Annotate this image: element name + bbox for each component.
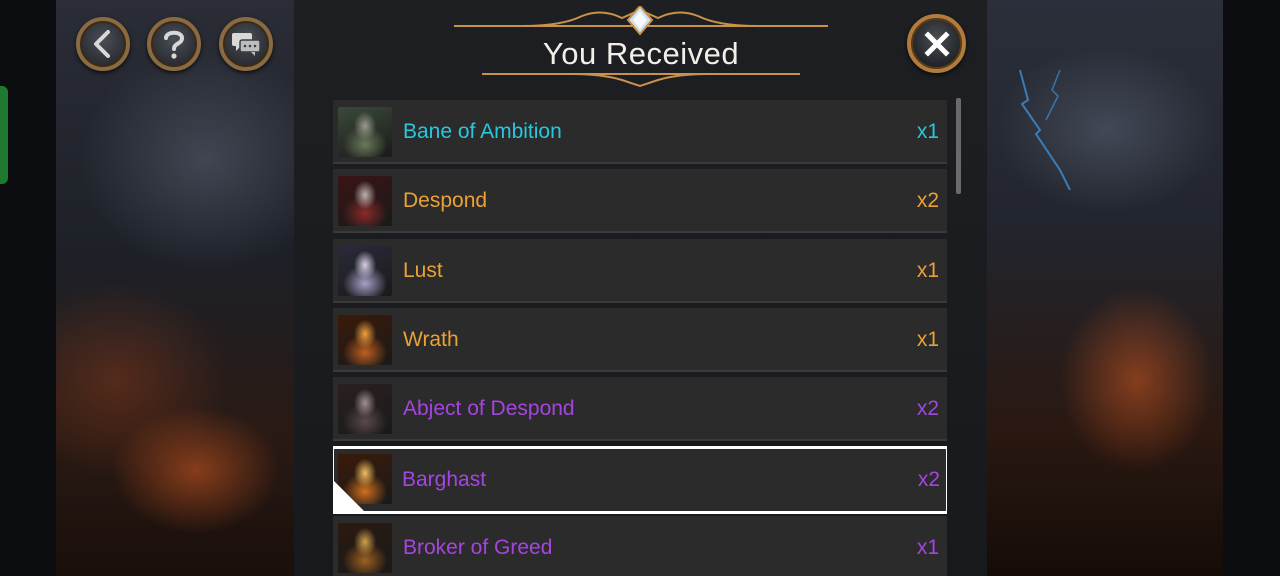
reward-name: Lust [403,258,443,282]
reward-name: Despond [403,189,488,213]
reward-row[interactable]: Lust x1 [333,238,947,303]
reward-portrait [338,107,392,157]
close-button[interactable] [907,14,966,73]
reward-portrait [338,384,392,435]
reward-name: Wrath [403,327,459,351]
reward-quantity: x2 [916,397,939,421]
reward-list[interactable]: Bane of Ambition x1 Despond x2 Lust x1 Wrath x1… [333,100,947,576]
reward-portrait [338,522,392,573]
reward-portrait [338,176,392,227]
reward-quantity: x2 [917,467,940,491]
help-button[interactable] [147,17,201,71]
reward-row[interactable]: Bane of Ambition x1 [333,100,947,164]
lightning-decoration [1019,70,1071,190]
side-tab[interactable] [0,86,8,184]
reward-quantity: x1 [916,535,939,559]
reward-quantity: x2 [916,189,939,213]
back-button[interactable] [76,17,130,71]
reward-quantity: x1 [916,327,939,351]
reward-name: Barghast [402,467,487,491]
reward-row[interactable]: Despond x2 [333,169,947,234]
page-title: You Received [542,36,740,71]
reward-quantity: x1 [916,120,939,143]
reward-row[interactable]: Broker of Greed x1 [333,515,947,576]
left-background-art [56,0,294,576]
reward-portrait [338,245,392,296]
selected-corner-marker [334,480,364,511]
reward-portrait [338,314,392,365]
reward-name: Bane of Ambition [403,120,562,143]
reward-quantity: x1 [916,258,939,282]
reward-row[interactable]: Barghast x2 [333,445,947,514]
scrollbar[interactable] [956,98,961,194]
header-banner: You Received [452,6,830,88]
reward-name: Abject of Despond [403,397,575,421]
reward-row[interactable]: Wrath x1 [333,307,947,372]
chevron-left-icon [94,30,110,58]
chat-bubbles-icon [232,33,261,56]
question-mark-icon [164,30,185,59]
reward-row[interactable]: Abject of Despond x2 [333,377,947,442]
x-icon [923,30,950,57]
chat-button[interactable] [219,17,273,71]
reward-name: Broker of Greed [403,535,553,559]
